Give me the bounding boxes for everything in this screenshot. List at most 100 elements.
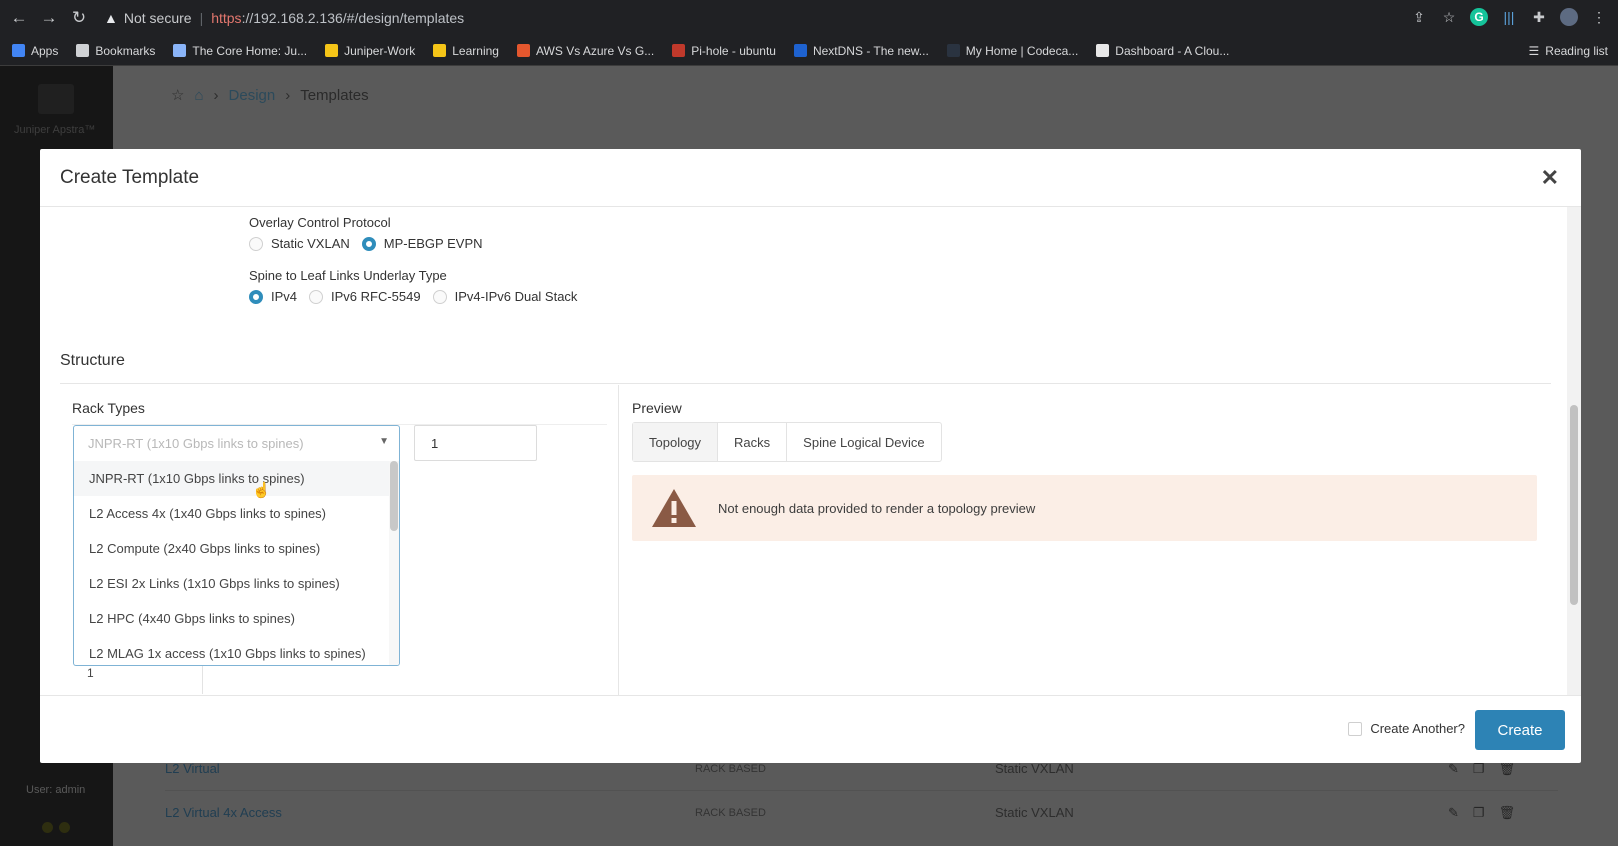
- bookmark-aws[interactable]: AWS Vs Azure Vs G...: [516, 44, 654, 58]
- bookmark-label: Bookmarks: [95, 43, 156, 58]
- modal-footer: Create Another? Create: [40, 695, 1581, 763]
- browser-toolbar: ← → ↻ ▲ Not secure | https://192.168.2.1…: [0, 0, 1618, 36]
- create-another-label: Create Another?: [1370, 721, 1465, 736]
- dropdown-scrollbar[interactable]: [389, 461, 399, 665]
- bookmark-core-home[interactable]: The Core Home: Ju...: [173, 44, 307, 58]
- topology-warning: Not enough data provided to render a top…: [632, 475, 1537, 541]
- logo-text: Juniper Apstra™: [14, 124, 96, 136]
- bookmark-nextdns[interactable]: NextDNS - The new...: [793, 44, 929, 58]
- create-button[interactable]: Create: [1475, 710, 1565, 750]
- template-name-link[interactable]: L2 Virtual: [165, 761, 695, 776]
- shield-icon: [793, 44, 807, 57]
- column-divider: [618, 385, 619, 695]
- puzzle-icon[interactable]: ✚: [1530, 8, 1548, 26]
- favorite-star-icon[interactable]: ☆: [171, 86, 184, 104]
- edit-icon[interactable]: ✎: [1448, 805, 1459, 821]
- modal-scrollbar[interactable]: [1567, 207, 1581, 695]
- radio-label: IPv4: [271, 289, 298, 304]
- bookmark-label: Pi-hole - ubuntu: [691, 43, 776, 58]
- dropdown-option[interactable]: L2 HPC (4x40 Gbps links to spines): [74, 601, 399, 636]
- breadcrumb-design[interactable]: Design: [229, 87, 276, 104]
- warning-triangle-icon: ▲: [104, 10, 118, 26]
- bookmark-learning[interactable]: Learning: [433, 44, 499, 58]
- bookmark-dashboard[interactable]: Dashboard - A Clou...: [1096, 44, 1229, 58]
- pihole-icon: [672, 44, 686, 57]
- delete-icon[interactable]: 🗑: [1499, 805, 1516, 821]
- rack-type-select[interactable]: JNPR-RT (1x10 Gbps links to spines) ▼: [73, 425, 400, 461]
- dropdown-option[interactable]: L2 MLAG 1x access (1x10 Gbps links to sp…: [74, 636, 399, 665]
- dropdown-scroll-thumb[interactable]: [390, 461, 398, 531]
- reading-list-icon: ☰: [1528, 43, 1540, 58]
- share-icon[interactable]: ⇪: [1410, 8, 1428, 26]
- bookmark-pihole[interactable]: Pi-hole - ubuntu: [672, 44, 776, 58]
- bookmark-apps[interactable]: Apps: [12, 44, 58, 58]
- radio-circle-selected[interactable]: [249, 289, 263, 304]
- status-dots: [42, 822, 70, 833]
- url-path: ://192.168.2.136/#/design/templates: [241, 10, 465, 26]
- dropdown-option[interactable]: L2 ESI 2x Links (1x10 Gbps links to spin…: [74, 566, 399, 601]
- extension-icon[interactable]: |||: [1500, 8, 1518, 26]
- menu-icon[interactable]: ⋮: [1590, 8, 1608, 26]
- underlay-type-radios: IPv4 IPv6 RFC-5549 IPv4-IPv6 Dual Stack: [249, 289, 589, 304]
- create-another-checkbox[interactable]: Create Another?: [1348, 721, 1465, 736]
- radio-circle[interactable]: [249, 236, 263, 251]
- bookmark-label: Juniper-Work: [344, 43, 416, 58]
- reading-list[interactable]: ☰ Reading list: [1529, 44, 1608, 58]
- radio-ipv6-rfc5549[interactable]: IPv6 RFC-5549: [309, 289, 421, 304]
- folder-icon: [433, 44, 447, 57]
- create-template-modal: Create Template ✕ Overlay Control Protoc…: [40, 149, 1581, 763]
- forward-icon[interactable]: →: [34, 8, 64, 28]
- dropdown-option[interactable]: L2 Access 4x (1x40 Gbps links to spines): [74, 496, 399, 531]
- modal-body: Overlay Control Protocol Static VXLAN MP…: [40, 207, 1581, 695]
- dropdown-option[interactable]: JNPR-RT (1x10 Gbps links to spines): [74, 461, 399, 496]
- radio-ipv4[interactable]: IPv4: [249, 289, 297, 304]
- rack-count-input[interactable]: 1: [414, 425, 537, 461]
- user-label[interactable]: User: admin: [26, 784, 85, 796]
- bookmark-juniper-work[interactable]: Juniper-Work: [325, 44, 415, 58]
- radio-mp-ebgp-evpn[interactable]: MP-EBGP EVPN: [361, 236, 483, 251]
- template-overlay: Static VXLAN: [995, 761, 1074, 776]
- close-icon[interactable]: ✕: [1541, 165, 1559, 191]
- radio-circle[interactable]: [432, 289, 447, 304]
- breadcrumb: ☆ ⌂ › Design › Templates: [171, 86, 369, 105]
- clone-icon[interactable]: ❐: [1473, 805, 1485, 821]
- bookmark-bookmarks[interactable]: Bookmarks: [76, 44, 155, 58]
- modal-title: Create Template: [60, 167, 200, 188]
- address-bar[interactable]: ▲ Not secure | https://192.168.2.136/#/d…: [104, 4, 1618, 32]
- overlay-protocol-label: Overlay Control Protocol: [249, 215, 391, 230]
- back-icon[interactable]: ←: [4, 8, 34, 28]
- bookmarks-bar: Apps Bookmarks The Core Home: Ju... Juni…: [0, 36, 1618, 66]
- radio-label: IPv6 RFC-5549: [331, 289, 421, 304]
- reload-icon[interactable]: ↻: [64, 8, 94, 28]
- caret-down-icon[interactable]: ▼: [379, 436, 389, 447]
- table-row: L2 Virtual 4x Access RACK BASED Static V…: [165, 790, 1558, 834]
- status-dot: [59, 822, 70, 833]
- checkbox-box[interactable]: [1348, 721, 1363, 736]
- radio-circle[interactable]: [309, 289, 324, 304]
- modal-scroll-thumb[interactable]: [1570, 405, 1578, 605]
- radio-dual-stack[interactable]: IPv4-IPv6 Dual Stack: [432, 289, 578, 304]
- radio-circle-selected[interactable]: [361, 236, 376, 251]
- template-type: RACK BASED: [695, 806, 766, 819]
- home-icon[interactable]: ⌂: [194, 87, 203, 104]
- apps-grid-icon: [12, 44, 25, 57]
- hand-cursor-icon: ☝: [252, 482, 271, 499]
- radio-label: IPv4-IPv6 Dual Stack: [454, 289, 578, 304]
- bookmark-label: Learning: [452, 43, 499, 58]
- profile-avatar[interactable]: [1560, 8, 1578, 26]
- bookmark-codecademy[interactable]: My Home | Codeca...: [946, 44, 1078, 58]
- tab-topology[interactable]: Topology: [633, 423, 719, 461]
- grammarly-icon[interactable]: G: [1470, 8, 1488, 26]
- bookmark-label: Dashboard - A Clou...: [1115, 43, 1230, 58]
- template-name-link[interactable]: L2 Virtual 4x Access: [165, 805, 695, 820]
- tab-racks[interactable]: Racks: [718, 423, 788, 461]
- dropdown-option[interactable]: L2 Compute (2x40 Gbps links to spines): [74, 531, 399, 566]
- structure-heading: Structure: [60, 352, 125, 369]
- star-icon[interactable]: ☆: [1440, 8, 1458, 26]
- radio-static-vxlan[interactable]: Static VXLAN: [249, 236, 350, 251]
- tab-spine-logical-device[interactable]: Spine Logical Device: [787, 423, 940, 461]
- partial-input-value[interactable]: 1: [73, 666, 203, 694]
- overlay-protocol-radios: Static VXLAN MP-EBGP EVPN: [249, 236, 495, 251]
- breadcrumb-sep: ›: [213, 86, 219, 104]
- modal-header: Create Template ✕: [40, 149, 1581, 207]
